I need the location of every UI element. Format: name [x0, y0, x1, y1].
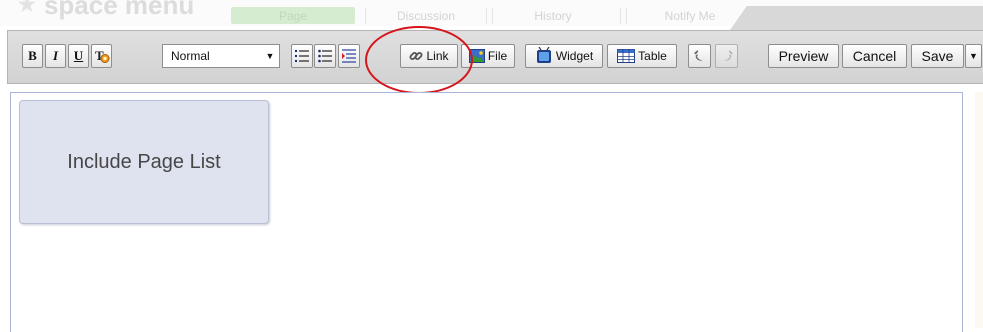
save-button[interactable]: Save: [911, 44, 964, 68]
bold-label: B: [28, 48, 37, 63]
numbered-list-button[interactable]: [291, 44, 313, 68]
italic-label: I: [52, 48, 59, 63]
editor-content-area[interactable]: Include Page List: [10, 92, 963, 332]
italic-button[interactable]: I: [45, 44, 66, 68]
tab-history-label: History: [534, 8, 572, 23]
undo-button[interactable]: [688, 44, 711, 68]
right-margin: [975, 92, 983, 328]
bold-button[interactable]: B: [22, 44, 43, 68]
tab-page[interactable]: Page: [231, 7, 355, 24]
image-file-icon: [468, 49, 485, 63]
chevron-down-icon: ▼: [969, 51, 978, 61]
tab-divider: [492, 8, 493, 24]
undo-icon: [693, 49, 707, 63]
widget-icon: [535, 47, 553, 65]
bullet-list-icon: [317, 48, 333, 64]
page-title-text: space menu: [43, 0, 195, 20]
indent-icon: [341, 48, 357, 64]
text-color-icon: T: [94, 48, 110, 64]
link-label: Link: [426, 49, 449, 63]
preview-button[interactable]: Preview: [768, 44, 839, 68]
tab-divider: [365, 8, 366, 24]
cancel-button[interactable]: Cancel: [842, 44, 907, 68]
table-button[interactable]: Table: [607, 44, 677, 68]
link-icon: [409, 49, 423, 63]
indent-button[interactable]: [338, 44, 360, 68]
format-select[interactable]: Normal ▼: [162, 44, 280, 68]
save-label: Save: [921, 48, 954, 64]
tab-history[interactable]: History: [497, 7, 609, 24]
tab-notify-me[interactable]: Notify Me: [632, 7, 748, 24]
file-label: File: [487, 49, 508, 63]
preview-label: Preview: [778, 48, 829, 64]
editor-tab-cap: [730, 6, 983, 30]
text-color-button[interactable]: T: [91, 44, 112, 68]
underline-label: U: [73, 48, 84, 63]
table-label: Table: [638, 49, 667, 63]
star-icon[interactable]: ★: [18, 0, 36, 16]
format-select-value: Normal: [171, 49, 210, 63]
redo-icon: [720, 49, 734, 63]
editor-toolbar: B I U T Normal ▼ Link File Widget Table …: [7, 30, 983, 84]
bullet-list-button[interactable]: [314, 44, 336, 68]
table-icon: [617, 49, 636, 63]
tab-divider: [486, 8, 487, 24]
page-title: ★ space menu: [18, 0, 194, 20]
tab-divider: [626, 8, 627, 24]
link-button[interactable]: Link: [400, 44, 458, 68]
file-button[interactable]: File: [461, 44, 515, 68]
cancel-label: Cancel: [852, 48, 897, 64]
redo-button[interactable]: [715, 44, 738, 68]
macro-label: Include Page List: [67, 150, 221, 173]
chevron-down-icon: ▼: [265, 51, 275, 61]
widget-label: Widget: [555, 49, 594, 63]
tab-divider: [620, 8, 621, 24]
save-options-button[interactable]: ▼: [965, 44, 982, 68]
widget-button[interactable]: Widget: [525, 44, 603, 68]
tab-notify-me-label: Notify Me: [664, 8, 716, 23]
include-page-list-macro[interactable]: Include Page List: [19, 100, 269, 224]
underline-button[interactable]: U: [68, 44, 89, 68]
tab-page-label: Page: [278, 8, 308, 23]
tab-discussion-label: Discussion: [396, 8, 456, 23]
tab-discussion[interactable]: Discussion: [370, 7, 482, 24]
numbered-list-icon: [294, 48, 310, 64]
